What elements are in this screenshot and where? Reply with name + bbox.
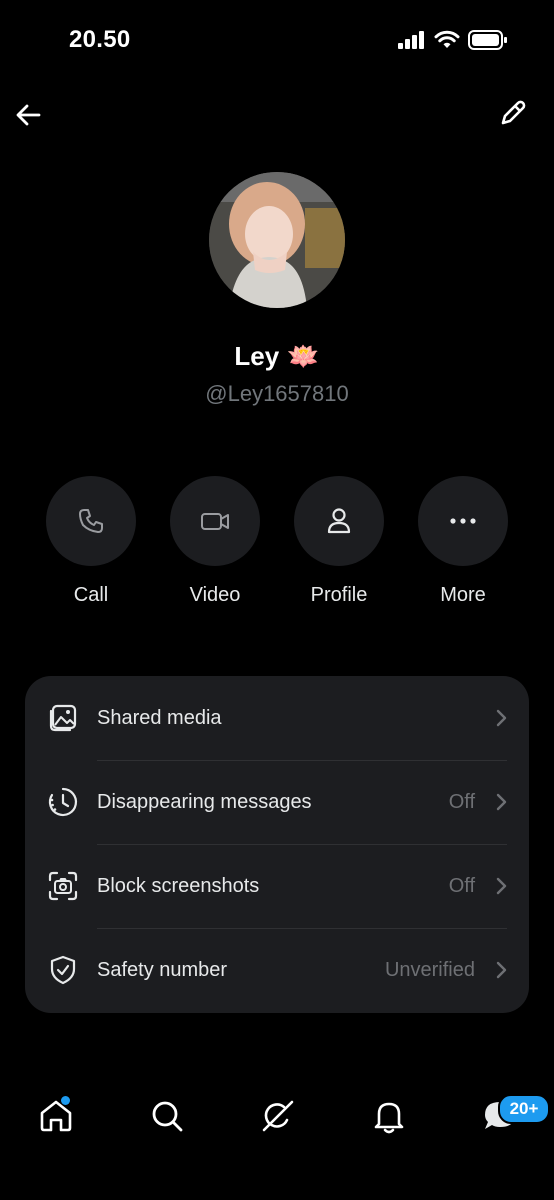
block-screenshots-value: Off (448, 874, 475, 897)
pencil-icon (501, 100, 526, 125)
video-label: Video (189, 584, 241, 606)
edit-button[interactable] (496, 96, 530, 130)
safety-number-value: Unverified (384, 958, 475, 981)
call-action[interactable]: Call (46, 476, 136, 607)
grok-icon (262, 1100, 294, 1132)
arrow-left-icon (16, 104, 41, 126)
call-button[interactable] (46, 476, 136, 566)
photos-icon (49, 704, 77, 732)
home-icon (40, 1100, 72, 1132)
lotus-emoji: 🪷 (287, 341, 320, 371)
shared-media-row[interactable]: Shared media (25, 676, 529, 760)
notifications-icon (374, 1102, 404, 1134)
nav-notifications[interactable] (369, 1096, 409, 1136)
back-button[interactable] (12, 98, 46, 132)
more-label: More (440, 584, 486, 606)
conversation-settings-card: Shared media Disappearing messages Off B… (25, 676, 529, 1013)
status-time: 20.50 (69, 26, 131, 53)
messages-badge: 20+ (498, 1094, 550, 1124)
status-icons (398, 30, 508, 50)
avatar-photo (209, 172, 345, 308)
chevron-right-icon (496, 877, 507, 895)
battery-icon (468, 30, 507, 50)
safety-number-row[interactable]: Safety number Unverified (25, 928, 529, 1012)
video-button[interactable] (170, 476, 260, 566)
profile-name-text: Ley (234, 341, 280, 371)
cellular-signal-icon (398, 31, 424, 49)
nav-search[interactable] (147, 1096, 187, 1136)
profile-action[interactable]: Profile (294, 476, 384, 607)
home-notification-dot (61, 1096, 70, 1105)
avatar[interactable] (209, 172, 345, 308)
shield-check-icon (50, 955, 76, 985)
disappearing-messages-label: Disappearing messages (97, 790, 312, 813)
search-icon (152, 1101, 183, 1132)
block-screenshots-row[interactable]: Block screenshots Off (25, 844, 529, 928)
phone-icon (79, 509, 103, 533)
profile-name: Ley 🪷 (0, 341, 554, 372)
wifi-icon (434, 30, 460, 48)
more-dots-icon (450, 518, 476, 524)
block-screenshots-label: Block screenshots (97, 874, 260, 897)
call-label: Call (73, 584, 109, 606)
chevron-right-icon (496, 961, 507, 979)
screenshot-camera-icon (48, 871, 78, 901)
timer-icon (48, 787, 78, 817)
more-action[interactable]: More (418, 476, 508, 607)
chevron-right-icon (496, 709, 507, 727)
nav-grok[interactable] (258, 1096, 298, 1136)
profile-handle: @Ley1657810 (205, 381, 349, 406)
profile-label: Profile (310, 584, 368, 606)
safety-number-label: Safety number (97, 958, 228, 981)
profile-button[interactable] (294, 476, 384, 566)
more-button[interactable] (418, 476, 508, 566)
video-camera-icon (201, 513, 229, 530)
shared-media-label: Shared media (97, 706, 222, 729)
chevron-right-icon (496, 793, 507, 811)
nav-home[interactable] (36, 1096, 76, 1136)
disappearing-messages-value: Off (448, 790, 475, 813)
disappearing-messages-row[interactable]: Disappearing messages Off (25, 760, 529, 844)
person-icon (327, 508, 351, 534)
video-action[interactable]: Video (170, 476, 260, 607)
